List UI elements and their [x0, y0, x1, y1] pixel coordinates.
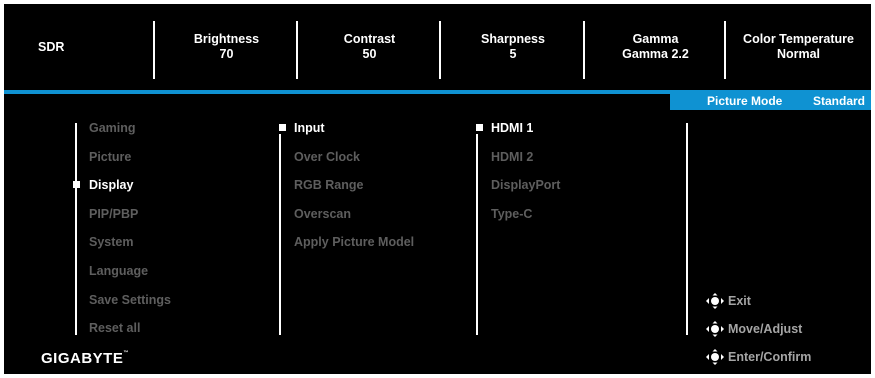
brightness-label: Brightness	[193, 32, 260, 46]
color-temperature-label: Color Temperature	[743, 32, 854, 46]
trademark-mark: ™	[123, 350, 129, 356]
options-item-type-c[interactable]: Type-C	[491, 207, 532, 221]
osd-window: SDR Brightness 70 Contrast 50 Sharpness …	[4, 4, 871, 374]
submenu-bar	[279, 134, 281, 335]
color-temperature-value: Normal	[776, 47, 821, 61]
hints-bar	[686, 123, 688, 335]
main-item-language[interactable]: Language	[89, 264, 148, 278]
enter-confirm-hint[interactable]: Enter/Confirm	[705, 348, 811, 366]
move-adjust-hint[interactable]: Move/Adjust	[705, 320, 802, 338]
selection-bullet	[476, 124, 483, 131]
picture-mode-label: Picture Mode	[707, 94, 783, 108]
picture-mode-value: Standard	[812, 94, 865, 108]
status-mode-label: SDR	[38, 39, 65, 54]
gigabyte-logo: GIGABYTE™	[41, 350, 129, 367]
sub-item-rgb-range[interactable]: RGB Range	[294, 178, 363, 192]
exit-hint-label: Exit	[728, 294, 751, 308]
options-item-displayport[interactable]: DisplayPort	[491, 178, 560, 192]
main-item-system[interactable]: System	[89, 235, 133, 249]
status-brightness: Brightness 70	[155, 4, 298, 90]
main-item-display[interactable]: Display	[89, 178, 133, 192]
gamma-label: Gamma	[632, 32, 679, 46]
main-item-picture[interactable]: Picture	[89, 150, 131, 164]
exit-hint[interactable]: Exit	[705, 292, 751, 310]
joystick-icon	[706, 321, 724, 337]
logo-text: GIGABYTE	[41, 350, 124, 367]
contrast-value: 50	[362, 47, 377, 61]
sub-item-overscan[interactable]: Overscan	[294, 207, 351, 221]
main-item-pip-pbp[interactable]: PIP/PBP	[89, 207, 138, 221]
status-contrast: Contrast 50	[298, 4, 441, 90]
move-adjust-hint-label: Move/Adjust	[728, 322, 803, 336]
joystick-icon	[706, 349, 724, 365]
sharpness-label: Sharpness	[481, 32, 545, 46]
enter-confirm-hint-label: Enter/Confirm	[728, 350, 812, 364]
sub-item-apply-picture-model[interactable]: Apply Picture Model	[294, 235, 414, 249]
options-item-hdmi-1[interactable]: HDMI 1	[491, 121, 533, 135]
sub-item-over-clock[interactable]: Over Clock	[294, 150, 360, 164]
gamma-value: Gamma 2.2	[622, 47, 689, 61]
sharpness-value: 5	[509, 47, 517, 61]
status-gamma: Gamma Gamma 2.2	[585, 4, 726, 90]
options-bar	[476, 134, 478, 335]
status-color-temperature: Color Temperature Normal	[726, 4, 871, 90]
main-item-gaming[interactable]: Gaming	[89, 121, 136, 135]
selection-bullet	[73, 181, 80, 189]
contrast-label: Contrast	[343, 32, 396, 46]
picture-mode-tab: Picture Mode Standard	[670, 93, 871, 110]
joystick-icon	[706, 293, 724, 309]
main-item-save-settings[interactable]: Save Settings	[89, 293, 171, 307]
options-item-hdmi-2[interactable]: HDMI 2	[491, 150, 533, 164]
selection-bullet	[279, 124, 286, 131]
main-menu-bar	[75, 123, 77, 335]
brightness-value: 70	[219, 47, 234, 61]
status-bar: SDR Brightness 70 Contrast 50 Sharpness …	[4, 4, 871, 90]
main-item-reset-all[interactable]: Reset all	[89, 321, 140, 335]
sub-item-input[interactable]: Input	[294, 121, 325, 135]
status-mode: SDR	[4, 4, 155, 90]
status-sharpness: Sharpness 5	[441, 4, 585, 90]
